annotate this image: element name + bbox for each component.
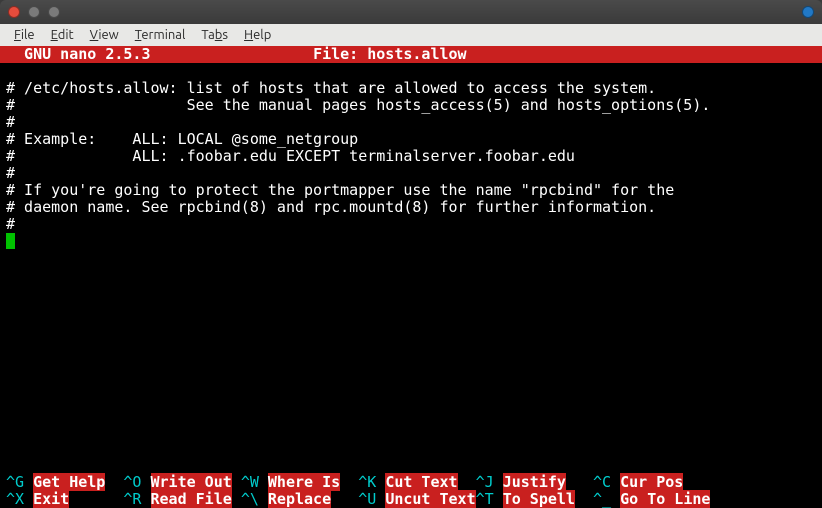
nano-file-label: File: hosts.allow — [313, 45, 467, 63]
nano-app-name: GNU nano 2.5.3 — [6, 45, 151, 63]
shortcut-key: ^G — [6, 473, 24, 491]
file-line: # /etc/hosts.allow: list of hosts that a… — [6, 79, 656, 97]
shortcut-label: Uncut Text — [385, 490, 475, 508]
shortcut-key: ^R — [123, 490, 141, 508]
menu-help[interactable]: Help — [236, 26, 279, 44]
shortcut-label: Justify — [503, 473, 566, 491]
shortcut-label: Get Help — [33, 473, 105, 491]
shortcut-label: To Spell — [503, 490, 575, 508]
menubar: File Edit View Terminal Tabs Help — [0, 24, 822, 46]
shortcut-key: ^O — [123, 473, 141, 491]
shortcut-key: ^U — [358, 490, 376, 508]
minimize-icon[interactable] — [28, 6, 40, 18]
shortcut-key: ^_ — [593, 490, 611, 508]
window-indicator-icon — [802, 6, 814, 18]
menu-view[interactable]: View — [82, 26, 127, 44]
window-buttons — [8, 6, 60, 18]
nano-shortcuts: ^G Get Help ^O Write Out ^W Where Is ^K … — [0, 457, 822, 508]
cursor-icon — [6, 233, 15, 249]
shortcut-label: Where Is — [268, 473, 340, 491]
file-line: # If you're going to protect the portmap… — [6, 181, 674, 199]
shortcut-label: Read File — [151, 490, 232, 508]
terminal[interactable]: GNU nano 2.5.3 File: hosts.allow # /etc/… — [0, 46, 822, 508]
shortcut-label: Go To Line — [620, 490, 710, 508]
shortcut-label: Cut Text — [385, 473, 457, 491]
shortcut-label: Cur Pos — [620, 473, 683, 491]
shortcut-key: ^J — [476, 473, 494, 491]
shortcut-key: ^X — [6, 490, 24, 508]
shortcut-key: ^C — [593, 473, 611, 491]
menu-tabs[interactable]: Tabs — [193, 26, 236, 44]
file-line: # daemon name. See rpcbind(8) and rpc.mo… — [6, 198, 656, 216]
shortcut-key: ^K — [358, 473, 376, 491]
shortcut-label: Exit — [33, 490, 69, 508]
file-line: # — [6, 164, 15, 182]
maximize-icon[interactable] — [48, 6, 60, 18]
file-line: # ALL: .foobar.edu EXCEPT terminalserver… — [6, 147, 575, 165]
shortcut-key: ^T — [476, 490, 494, 508]
file-line: # — [6, 215, 15, 233]
shortcut-label: Write Out — [151, 473, 232, 491]
menu-terminal[interactable]: Terminal — [127, 26, 194, 44]
nano-header: GNU nano 2.5.3 File: hosts.allow — [0, 46, 822, 63]
window-titlebar — [0, 0, 822, 24]
file-line: # — [6, 113, 15, 131]
shortcut-key: ^\ — [241, 490, 259, 508]
menu-edit[interactable]: Edit — [43, 26, 82, 44]
file-line: # Example: ALL: LOCAL @some_netgroup — [6, 130, 358, 148]
close-icon[interactable] — [8, 6, 20, 18]
menu-file[interactable]: File — [6, 26, 43, 44]
file-body: # /etc/hosts.allow: list of hosts that a… — [0, 63, 822, 233]
file-line: # See the manual pages hosts_access(5) a… — [6, 96, 710, 114]
shortcut-label: Replace — [268, 490, 331, 508]
shortcut-key: ^W — [241, 473, 259, 491]
